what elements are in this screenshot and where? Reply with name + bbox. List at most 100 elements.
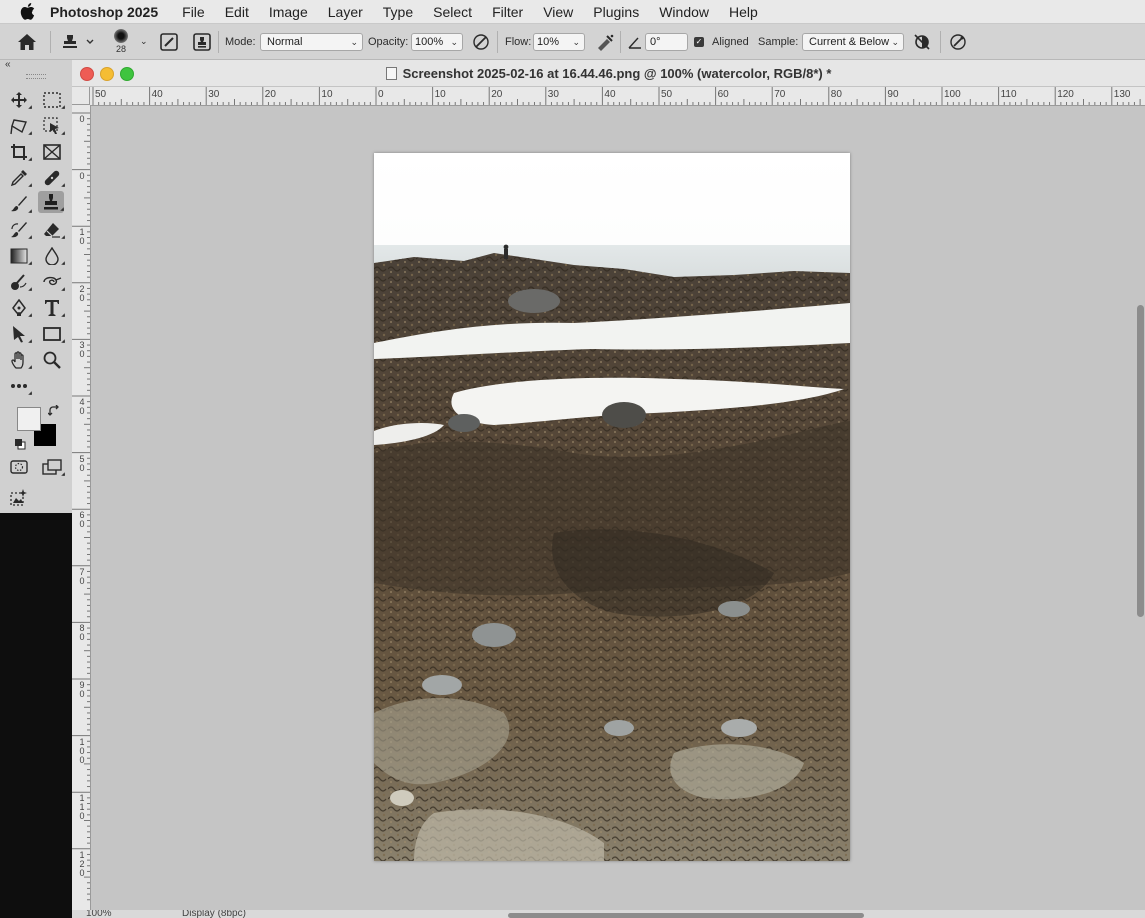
swap-colors-icon[interactable] bbox=[47, 404, 60, 422]
move-icon[interactable] bbox=[6, 89, 32, 111]
chevron-down-icon: ⌄ bbox=[450, 37, 458, 47]
hand-icon[interactable] bbox=[6, 349, 32, 371]
apple-icon[interactable] bbox=[18, 3, 36, 21]
mode-select[interactable]: Normal ⌄ bbox=[260, 33, 363, 51]
app-name[interactable]: Photoshop 2025 bbox=[50, 4, 158, 20]
brush-icon[interactable] bbox=[6, 193, 32, 215]
menu-layer[interactable]: Layer bbox=[328, 4, 363, 20]
menu-view[interactable]: View bbox=[543, 4, 573, 20]
ruler-label: 20 bbox=[491, 89, 503, 100]
opacity-value: 100% bbox=[415, 36, 444, 48]
panel-grip[interactable] bbox=[26, 74, 46, 79]
ruler-label: 60 bbox=[79, 510, 85, 530]
blur-icon[interactable] bbox=[39, 245, 65, 267]
tools-panel: « bbox=[0, 59, 73, 513]
rectangle-icon[interactable] bbox=[39, 323, 65, 345]
brush-preset-picker[interactable]: 28 bbox=[114, 24, 128, 59]
opacity-input[interactable]: 100% ⌄ bbox=[411, 33, 463, 51]
menu-select[interactable]: Select bbox=[433, 4, 472, 20]
screen-mode-icon[interactable] bbox=[39, 456, 65, 478]
flow-value: 10% bbox=[537, 36, 560, 48]
menu-edit[interactable]: Edit bbox=[225, 4, 249, 20]
menu-help[interactable]: Help bbox=[729, 4, 758, 20]
ruler-label: 70 bbox=[79, 566, 85, 586]
history-brush-icon[interactable] bbox=[6, 219, 32, 241]
object-select-icon[interactable] bbox=[39, 115, 65, 137]
gradient-icon[interactable] bbox=[6, 245, 32, 267]
options-bar: 28 ⌄ Mode: Normal ⌄ Opacity: 100% ⌄ Flow… bbox=[0, 24, 1145, 60]
aligned-label: Aligned bbox=[712, 35, 749, 48]
menu-type[interactable]: Type bbox=[383, 4, 413, 20]
chevron-down-icon: ⌄ bbox=[572, 37, 580, 47]
menu-plugins[interactable]: Plugins bbox=[593, 4, 639, 20]
menu-file[interactable]: File bbox=[182, 4, 205, 20]
smudge-icon[interactable] bbox=[39, 271, 65, 293]
ruler-label: 20 bbox=[79, 283, 85, 303]
menu-window[interactable]: Window bbox=[659, 4, 709, 20]
aligned-checkbox[interactable]: ✓ bbox=[694, 24, 704, 59]
ruler-label: 50 bbox=[95, 89, 107, 100]
ruler-label: 60 bbox=[717, 89, 729, 100]
ruler-label: 30 bbox=[208, 89, 220, 100]
pen-icon[interactable] bbox=[6, 297, 32, 319]
horizontal-ruler[interactable]: 50 40 30 20 10 0 10 20 30 40 50 60 70 80 90 100 110 120 13… bbox=[90, 87, 1145, 106]
path-select-icon[interactable] bbox=[6, 323, 32, 345]
ruler-label: 70 bbox=[774, 89, 786, 100]
ruler-label: 90 bbox=[887, 89, 899, 100]
ignore-adjustment-layers-icon[interactable] bbox=[913, 24, 931, 59]
mode-value: Normal bbox=[267, 36, 303, 48]
menu-filter[interactable]: Filter bbox=[492, 4, 523, 20]
clone-stamp-icon[interactable] bbox=[38, 191, 64, 213]
ruler-label: 50 bbox=[79, 453, 85, 473]
horizontal-scrollbar[interactable] bbox=[508, 913, 864, 918]
default-colors-icon[interactable] bbox=[14, 437, 26, 455]
zoom-level[interactable]: 100% bbox=[86, 910, 112, 918]
ruler-label: 10 bbox=[321, 89, 333, 100]
ruler-label: 90 bbox=[79, 680, 85, 699]
eraser-icon[interactable] bbox=[39, 219, 65, 241]
frame-icon[interactable] bbox=[39, 141, 65, 163]
ruler-label: 40 bbox=[151, 89, 163, 100]
eyedropper-icon[interactable] bbox=[6, 167, 32, 189]
generative-icon[interactable] bbox=[6, 486, 32, 508]
vertical-scrollbar[interactable] bbox=[1137, 305, 1144, 617]
canvas-area[interactable] bbox=[91, 106, 1137, 918]
healing-brush-icon[interactable] bbox=[39, 167, 65, 189]
dodge-icon[interactable] bbox=[6, 271, 32, 293]
foreground-color-swatch[interactable] bbox=[17, 407, 41, 431]
sample-select[interactable]: Current & Below ⌄ bbox=[802, 33, 904, 51]
document-title-bar[interactable]: Screenshot 2025-02-16 at 16.44.46.png @ … bbox=[72, 60, 1145, 87]
menu-image[interactable]: Image bbox=[269, 4, 308, 20]
vertical-ruler[interactable]: 0 0 10 20 30 40 50 60 70 80 90 100 110 120 bbox=[72, 105, 91, 918]
crop-icon[interactable] bbox=[6, 141, 32, 163]
chevron-down-icon[interactable]: ⌄ bbox=[140, 24, 148, 59]
angle-value: 0° bbox=[650, 36, 661, 48]
airbrush-icon[interactable] bbox=[595, 24, 615, 59]
collapse-panel-icon[interactable]: « bbox=[5, 59, 11, 70]
status-info[interactable]: Display (8bpc) bbox=[182, 910, 246, 918]
canvas-image[interactable] bbox=[374, 153, 850, 861]
pressure-size-icon[interactable] bbox=[949, 24, 967, 59]
flow-input[interactable]: 10% ⌄ bbox=[533, 33, 585, 51]
angle-input[interactable]: 0° bbox=[645, 33, 688, 51]
brush-settings-icon[interactable] bbox=[160, 24, 178, 59]
more-tools-icon[interactable] bbox=[6, 375, 32, 397]
ruler-label: 30 bbox=[79, 340, 85, 360]
tool-preset-picker[interactable] bbox=[60, 24, 94, 59]
brush-tip-icon bbox=[114, 29, 128, 43]
type-icon[interactable] bbox=[39, 297, 65, 319]
ruler-label: 100 bbox=[944, 89, 961, 100]
ruler-label: 10 bbox=[79, 227, 85, 247]
checkmark-icon: ✓ bbox=[694, 36, 704, 47]
ruler-ticks bbox=[92, 87, 1141, 105]
clone-source-icon[interactable] bbox=[193, 24, 211, 59]
home-icon[interactable] bbox=[17, 24, 37, 59]
ruler-origin[interactable] bbox=[72, 87, 90, 105]
quick-mask-icon[interactable] bbox=[6, 456, 32, 478]
mode-label: Mode: bbox=[225, 35, 256, 48]
ruler-label: 40 bbox=[79, 397, 85, 416]
pressure-opacity-icon[interactable] bbox=[472, 24, 490, 59]
zoom-icon[interactable] bbox=[39, 349, 65, 371]
lasso-icon[interactable] bbox=[6, 115, 32, 137]
marquee-icon[interactable] bbox=[39, 89, 65, 111]
